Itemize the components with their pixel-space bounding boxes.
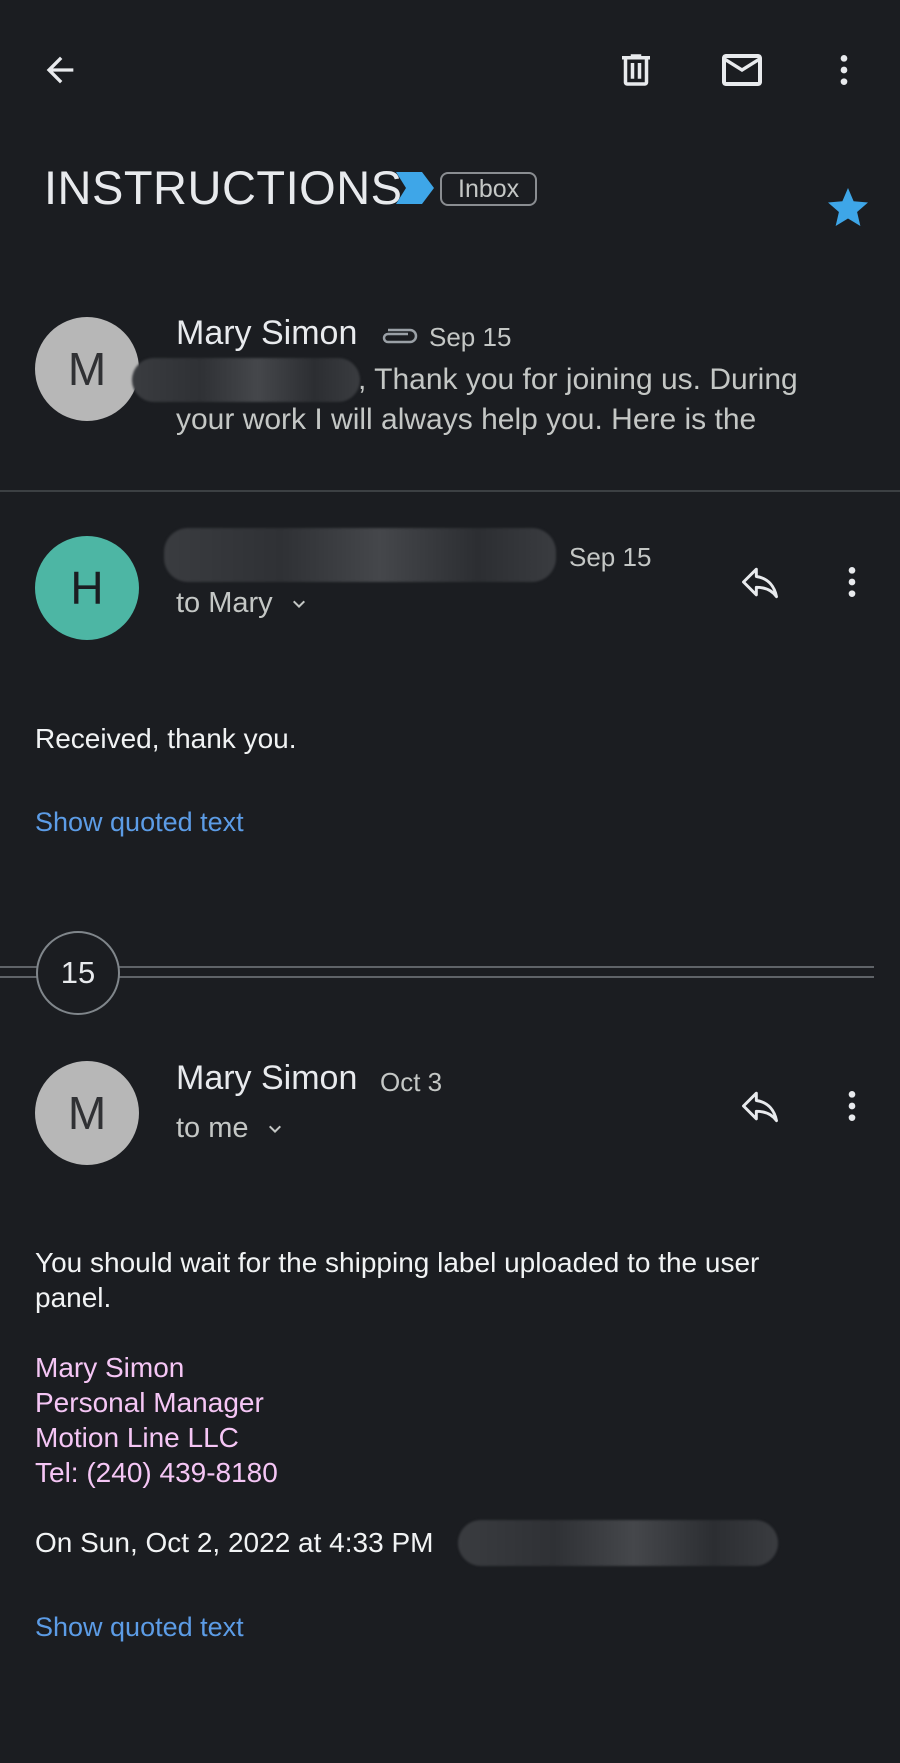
message-divider <box>0 490 900 492</box>
reply-icon <box>742 567 778 599</box>
message-date: Sep 15 <box>429 322 512 352</box>
message-body: You should wait for the shipping label u… <box>35 1247 760 1313</box>
thread-subject: INSTRUCTIONS <box>44 161 403 214</box>
important-marker-icon <box>396 172 434 204</box>
reply-icon <box>742 1091 778 1123</box>
sender-name: Mary Simon <box>176 314 358 352</box>
collapsed-divider-top <box>0 966 874 968</box>
message-date: Sep 15 <box>569 542 652 572</box>
show-quoted-text-link[interactable]: Show quoted text <box>35 807 244 838</box>
delete-button[interactable] <box>606 40 666 100</box>
star-icon <box>828 188 868 226</box>
back-button[interactable] <box>30 40 90 100</box>
mail-icon <box>722 54 762 86</box>
sender-name: Mary Simon <box>176 1059 358 1097</box>
mark-unread-button[interactable] <box>712 40 772 100</box>
redacted-text <box>458 1520 778 1566</box>
message-more-button[interactable] <box>822 552 882 612</box>
recipient-label: to me <box>176 1112 249 1144</box>
avatar: M <box>35 1061 139 1165</box>
message-date: Oct 3 <box>380 1067 443 1097</box>
arrow-left-icon <box>46 56 74 84</box>
paperclip-icon <box>378 324 420 348</box>
signature-company: Motion Line LLC <box>35 1422 239 1453</box>
recipient-toggle[interactable]: to Mary <box>176 587 311 620</box>
message-body: Received, thank you. <box>35 723 297 754</box>
avatar: H <box>35 536 139 640</box>
reply-button[interactable] <box>730 552 790 612</box>
chevron-down-icon <box>292 600 305 608</box>
redacted-text <box>164 528 556 582</box>
signature-block: Mary Simon Personal Manager Motion Line … <box>35 1350 278 1490</box>
message-more-button[interactable] <box>822 1076 882 1136</box>
quote-header: On Sun, Oct 2, 2022 at 4:33 PM <box>35 1527 434 1558</box>
more-options-button[interactable] <box>814 40 874 100</box>
signature-title: Personal Manager <box>35 1387 264 1418</box>
signature-phone[interactable]: Tel: (240) 439-8180 <box>35 1455 278 1490</box>
recipient-label: to Mary <box>176 587 273 619</box>
star-button[interactable] <box>820 180 876 236</box>
chevron-down-icon <box>268 1125 281 1133</box>
signature-name: Mary Simon <box>35 1352 185 1383</box>
collapsed-messages-count[interactable]: 15 <box>36 931 120 1015</box>
snippet-line-2: your work I will always help you. Here i… <box>176 403 757 436</box>
collapsed-divider-bottom <box>0 976 874 978</box>
more-vert-icon <box>840 55 848 85</box>
reply-button[interactable] <box>730 1076 790 1136</box>
more-vert-icon <box>848 1091 856 1121</box>
redacted-text <box>132 358 360 402</box>
recipient-toggle[interactable]: to me <box>176 1112 287 1145</box>
more-vert-icon <box>848 567 856 597</box>
snippet-line-1: , Thank you for joining us. During <box>358 363 798 396</box>
trash-icon <box>622 54 650 86</box>
avatar: M <box>35 317 139 421</box>
show-quoted-text-link[interactable]: Show quoted text <box>35 1612 244 1643</box>
inbox-label-chip[interactable]: Inbox <box>440 172 538 206</box>
